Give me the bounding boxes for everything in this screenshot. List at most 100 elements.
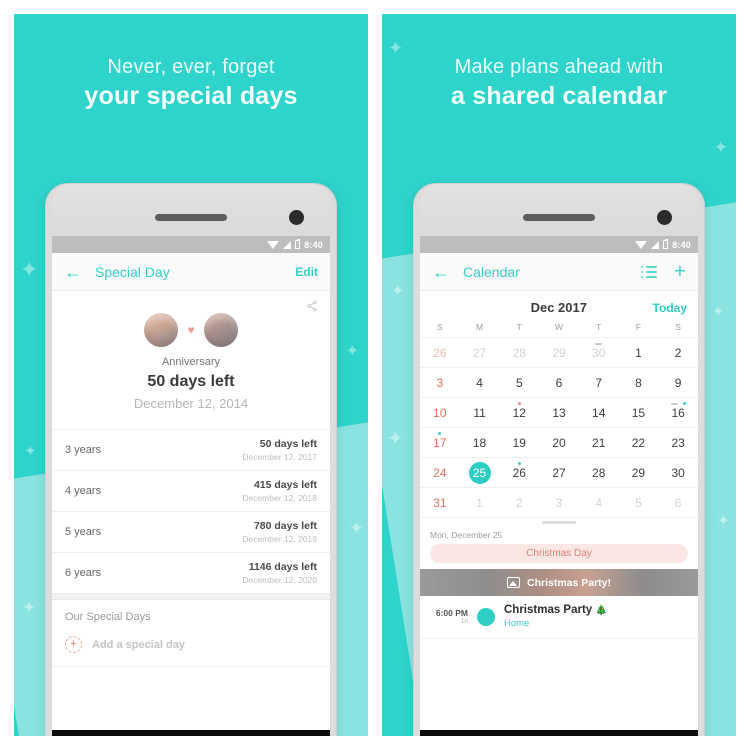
table-row[interactable]: 3 years 50 days left December 12, 2017 [52, 429, 330, 470]
calendar-day-number: 29 [631, 465, 646, 480]
calendar-day-number: 2 [674, 345, 682, 360]
calendar-day-cell[interactable]: 16 [658, 398, 698, 427]
calendar-header: Dec 2017 Today [420, 291, 698, 322]
calendar-day-cell[interactable]: 9 [658, 368, 698, 397]
calendar-day-cell[interactable]: 2 [658, 338, 698, 367]
calendar-day-cell[interactable]: 2 [499, 488, 539, 517]
calendar-day-cell[interactable]: 3 [539, 488, 579, 517]
list-item[interactable]: 6:00 PM 1h Christmas Party 🎄 Home [420, 596, 698, 639]
back-arrow-icon[interactable]: ← [64, 263, 82, 281]
share-icon[interactable] [306, 300, 318, 315]
calendar-day-number: 4 [476, 375, 483, 390]
today-button[interactable]: Today [653, 301, 687, 315]
calendar-day-cell[interactable]: 13 [539, 398, 579, 427]
calendar-day-number: 27 [472, 345, 487, 360]
calendar-day-cell[interactable]: 25 [460, 458, 500, 487]
countdown-value: 50 days left [147, 373, 235, 390]
phone-mockup: 8:40 ← Calendar + Dec 2017 Today S M T W… [414, 184, 704, 736]
promo-headline: Never, ever, forget your special days [14, 14, 368, 111]
calendar-day-cell[interactable]: 10 [420, 398, 460, 427]
section-divider [52, 593, 330, 600]
calendar-day-cell[interactable]: 30 [579, 338, 619, 367]
add-special-day-label: Add a special day [92, 638, 185, 651]
photo-icon [506, 577, 520, 588]
calendar-day-number: 27 [552, 465, 566, 480]
calendar-day-cell[interactable]: 17 [420, 428, 460, 457]
calendar-day-cell[interactable]: 4 [460, 368, 500, 397]
calendar-day-cell[interactable]: 6 [539, 368, 579, 397]
calendar-day-number: 30 [671, 465, 685, 480]
milestone-date: December 12, 2020 [242, 575, 317, 585]
page-title: Calendar [463, 263, 520, 280]
calendar-day-cell[interactable]: 31 [420, 488, 460, 517]
calendar-day-cell[interactable]: 29 [619, 458, 659, 487]
calendar-day-number: 25 [468, 461, 491, 484]
calendar-day-cell[interactable]: 8 [619, 368, 659, 397]
calendar-day-number: 6 [555, 375, 563, 390]
phone-screen: 8:40 ← Special Day Edit ♥ Anniversary 50… [52, 236, 330, 736]
calendar-day-cell[interactable]: 15 [619, 398, 659, 427]
calendar-day-cell[interactable]: 24 [420, 458, 460, 487]
list-view-icon[interactable] [640, 265, 657, 278]
wifi-icon [267, 240, 280, 249]
star-decoration: ✦ [348, 518, 364, 538]
calendar-day-cell[interactable]: 12 [499, 398, 539, 427]
calendar-day-cell[interactable]: 28 [499, 338, 539, 367]
status-time: 8:40 [672, 239, 691, 250]
calendar-day-cell[interactable]: 5 [499, 368, 539, 397]
weekday-label: S [437, 322, 443, 332]
calendar-day-cell[interactable]: 11 [460, 398, 500, 427]
table-row[interactable]: 6 years 1146 days left December 12, 2020 [52, 552, 330, 593]
weekday-header-row: S M T W T F S [420, 322, 698, 337]
table-row[interactable]: 4 years 415 days left December 12, 2018 [52, 470, 330, 511]
calendar-day-cell[interactable]: 28 [579, 458, 619, 487]
anniversary-hero: ♥ Anniversary 50 days left December 12, … [52, 291, 330, 421]
star-decoration: ✦ [716, 513, 730, 530]
milestone-date: December 12, 2019 [242, 534, 317, 544]
calendar-day-marker [670, 403, 678, 405]
calendar-day-number: 10 [433, 405, 447, 420]
calendar-day-cell[interactable]: 27 [460, 338, 500, 367]
calendar-day-cell[interactable]: 22 [619, 428, 659, 457]
promo-panel-special-day: ✦ ✦ ✦ ✦ ✦ Never, ever, forget your speci… [14, 14, 368, 736]
edit-button[interactable]: Edit [295, 265, 318, 279]
calendar-day-cell[interactable]: 26 [420, 338, 460, 367]
calendar-day-cell[interactable]: 14 [579, 398, 619, 427]
calendar-day-cell[interactable]: 6 [658, 488, 698, 517]
calendar-day-cell[interactable]: 27 [539, 458, 579, 487]
calendar-day-event-dot [517, 462, 521, 465]
calendar-day-cell[interactable]: 20 [539, 428, 579, 457]
calendar-day-cell[interactable]: 3 [420, 368, 460, 397]
milestone-years: 3 years [65, 444, 102, 456]
earpiece-speaker-icon [155, 214, 227, 221]
calendar-day-cell[interactable]: 5 [619, 488, 659, 517]
calendar-day-cell[interactable]: 26 [499, 458, 539, 487]
calendar-day-number: 12 [512, 405, 526, 420]
calendar-day-number: 21 [592, 435, 606, 450]
add-event-icon[interactable]: + [674, 261, 686, 282]
calendar-day-cell[interactable]: 21 [579, 428, 619, 457]
calendar-day-cell[interactable]: 1 [460, 488, 500, 517]
status-bar: 8:40 [420, 236, 698, 253]
special-day-content: ♥ Anniversary 50 days left December 12, … [52, 291, 330, 730]
calendar-day-cell[interactable]: 23 [658, 428, 698, 457]
sheet-drag-handle[interactable] [420, 518, 698, 527]
star-decoration: ✦ [24, 443, 37, 460]
calendar-week-row: 3 4 5 6 7 8 9 [420, 368, 698, 398]
calendar-day-cell[interactable]: 7 [579, 368, 619, 397]
add-special-day-button[interactable]: + Add a special day [52, 632, 330, 667]
status-time: 8:40 [304, 239, 323, 250]
event-photo-banner[interactable]: Christmas Party! [420, 569, 698, 596]
calendar-day-cell[interactable]: 30 [658, 458, 698, 487]
calendar-day-number: 17 [433, 435, 447, 450]
calendar-day-cell[interactable]: 29 [539, 338, 579, 367]
battery-icon [295, 238, 301, 249]
calendar-day-cell[interactable]: 1 [619, 338, 659, 367]
headline-line-1: Never, ever, forget [107, 56, 275, 78]
phone-screen: 8:40 ← Calendar + Dec 2017 Today S M T W… [420, 236, 698, 736]
calendar-day-cell[interactable]: 18 [460, 428, 500, 457]
calendar-day-cell[interactable]: 19 [499, 428, 539, 457]
calendar-day-cell[interactable]: 4 [579, 488, 619, 517]
back-arrow-icon[interactable]: ← [432, 263, 450, 281]
table-row[interactable]: 5 years 780 days left December 12, 2019 [52, 511, 330, 552]
